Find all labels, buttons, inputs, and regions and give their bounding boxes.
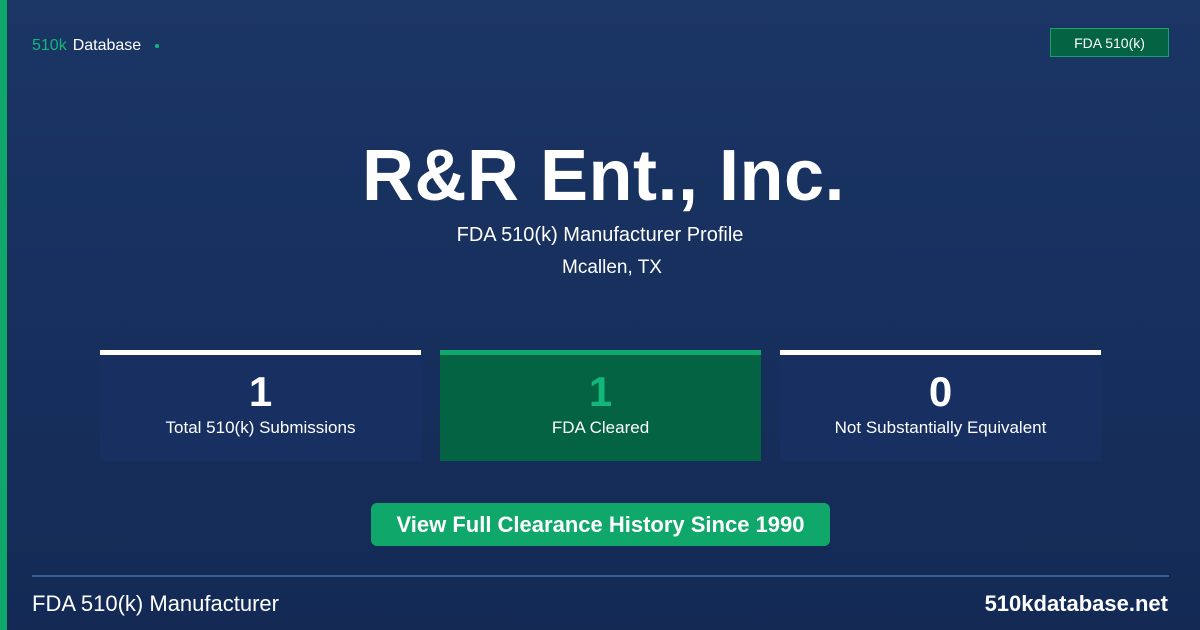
footer-site-link[interactable]: 510kdatabase.net	[985, 591, 1168, 617]
stat-label: FDA Cleared	[551, 418, 650, 437]
stat-label: Not Substantially Equivalent	[834, 418, 1047, 437]
stat-card-fda-cleared: 1 FDA Cleared	[440, 350, 761, 461]
company-location: Mcallen, TX	[562, 257, 662, 278]
stat-value: 0	[928, 368, 953, 415]
stat-card-total-submissions: 1 Total 510(k) Submissions	[100, 350, 421, 461]
stat-card-not-equivalent: 0 Not Substantially Equivalent	[780, 350, 1101, 461]
stat-value: 1	[248, 368, 273, 415]
footer-divider	[32, 575, 1169, 577]
hero-section: R&R Ent., Inc. FDA 510(k) Manufacturer P…	[0, 134, 1200, 281]
left-accent-bar	[0, 0, 7, 630]
stat-value: 1	[588, 368, 613, 415]
logo-suffix: Database	[72, 37, 142, 54]
view-history-button[interactable]: View Full Clearance History Since 1990	[371, 503, 830, 546]
logo-prefix: 510k	[32, 37, 67, 54]
company-name: R&R Ent., Inc.	[361, 136, 845, 216]
profile-subtitle: FDA 510(k) Manufacturer Profile	[456, 224, 744, 246]
footer-category: FDA 510(k) Manufacturer	[32, 591, 279, 616]
site-logo[interactable]: 510k Database	[32, 36, 160, 56]
stat-label: Total 510(k) Submissions	[165, 418, 356, 437]
logo-dot-icon	[155, 44, 160, 48]
fda-badge: FDA 510(k)	[1050, 28, 1169, 57]
